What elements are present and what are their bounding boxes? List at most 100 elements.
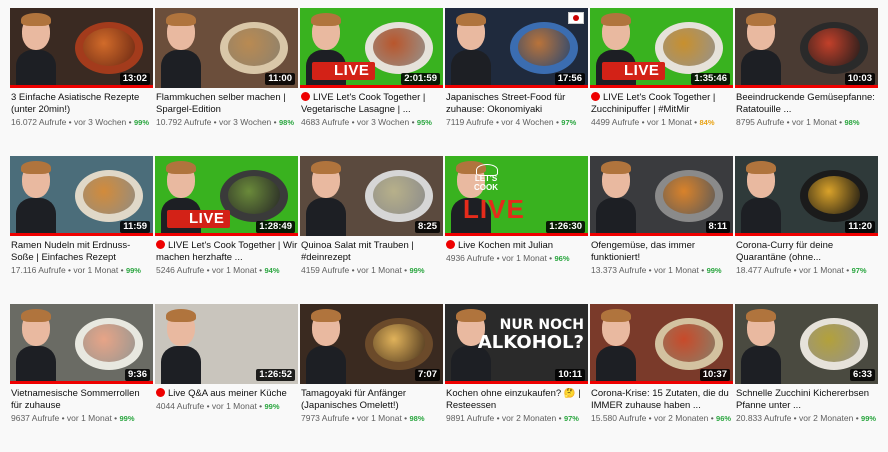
video-title[interactable]: Ramen Nudeln mit Erdnuss-Soße | Einfache… — [11, 240, 153, 264]
video-thumbnail[interactable]: 6:33 — [735, 304, 878, 384]
like-ratio: 97% — [851, 266, 867, 275]
video-duration: 1:26:52 — [256, 369, 295, 381]
lets-cook-text: LET'S COOK — [474, 174, 498, 192]
video-meta: Flammkuchen selber machen | Spargel-Edit… — [155, 88, 298, 129]
view-count: 8795 Aufrufe — [736, 117, 785, 127]
video-duration: 1:35:46 — [691, 73, 730, 85]
video-title[interactable]: Vietnamesische Sommerrollen für zuhause — [11, 388, 153, 412]
video-card[interactable]: 9:36 Vietnamesische Sommerrollen für zuha… — [10, 304, 153, 452]
like-ratio: 94% — [264, 266, 280, 275]
video-meta: LIVE Let's Cook Together | Wir machen he… — [155, 236, 298, 277]
video-title[interactable]: Quinoa Salat mit Trauben | #deinrezept — [301, 240, 443, 264]
video-title[interactable]: LIVE Let's Cook Together | Zucchinipuffe… — [591, 92, 733, 116]
video-card[interactable]: LIVE 2:01:59 LIVE Let's Cook Together | Ve… — [300, 8, 443, 156]
video-title[interactable]: Japanisches Street-Food für zuhause: Oko… — [446, 92, 588, 116]
video-title-text: Corona-Krise: 15 Zutaten, die du IMMER z… — [591, 388, 729, 411]
video-card[interactable]: NUR NOCH ALKOHOL? 10:11 Kochen ohne einzuka… — [445, 304, 588, 452]
like-ratio: 95% — [416, 118, 432, 127]
video-thumbnail[interactable]: LIVE 1:35:46 — [590, 8, 733, 88]
video-title[interactable]: Tamagoyaki für Anfänger (Japanisches Ome… — [301, 388, 443, 412]
video-card[interactable]: 6:33 Schnelle Zucchini Kichererbsen Pfann… — [735, 304, 878, 452]
separator-dot: • — [646, 413, 654, 423]
video-stats: 10.792 Aufrufe • vor 3 Wochen • 98% — [156, 116, 298, 129]
video-card[interactable]: 1:26:52 Live Q&A aus meiner Küche 4044 Auf… — [155, 304, 298, 452]
video-title[interactable]: Corona-Krise: 15 Zutaten, die du IMMER z… — [591, 388, 733, 412]
live-thumbnail-badge: LIVE — [167, 210, 231, 228]
video-title[interactable]: Schnelle Zucchini Kichererbsen Pfanne un… — [736, 388, 878, 412]
video-thumbnail[interactable]: NUR NOCH ALKOHOL? 10:11 — [445, 304, 588, 384]
video-card[interactable]: 7:07 Tamagoyaki für Anfänger (Japanisches… — [300, 304, 443, 452]
presenter-image — [16, 13, 56, 88]
video-thumbnail[interactable]: 8:25 — [300, 156, 443, 236]
food-image — [83, 324, 135, 362]
watch-progress-bar — [300, 85, 443, 88]
video-title[interactable]: Kochen ohne einzukaufen? 🤔 | Resteessen — [446, 388, 588, 412]
separator-dot: • — [691, 117, 700, 127]
like-ratio: 98% — [844, 118, 860, 127]
video-card[interactable]: 8:25 Quinoa Salat mit Trauben | #deinreze… — [300, 156, 443, 304]
video-thumbnail[interactable]: 11:00 — [155, 8, 298, 88]
presenter-image — [161, 309, 201, 384]
separator-dot: • — [204, 401, 212, 411]
video-thumbnail[interactable]: 10:03 — [735, 8, 878, 88]
view-count: 4936 Aufrufe — [446, 253, 495, 263]
video-thumbnail[interactable]: LIVE 2:01:59 — [300, 8, 443, 88]
video-thumbnail[interactable]: 8:11 — [590, 156, 733, 236]
video-card[interactable]: 10:03 Beeindruckende Gemüsepfanne: Ratato… — [735, 8, 878, 156]
like-ratio: 97% — [563, 414, 579, 423]
video-title[interactable]: Corona-Curry für deine Quarantäne (ohne.… — [736, 240, 878, 264]
video-thumbnail[interactable]: 11:20 — [735, 156, 878, 236]
video-card[interactable]: 11:00 Flammkuchen selber machen | Spargel… — [155, 8, 298, 156]
video-title[interactable]: Live Kochen mit Julian — [446, 240, 588, 252]
video-duration: 1:26:30 — [546, 221, 585, 233]
video-thumbnail[interactable]: 10:37 — [590, 304, 733, 384]
video-title[interactable]: Ofengemüse, das immer funktioniert! — [591, 240, 733, 264]
view-count: 18.477 Aufrufe — [736, 265, 792, 275]
view-count: 15.580 Aufrufe — [591, 413, 647, 423]
video-title-text: Ramen Nudeln mit Erdnuss-Soße | Einfache… — [11, 240, 131, 263]
video-card[interactable]: LIVE 1:35:46 LIVE Let's Cook Together | Zu… — [590, 8, 733, 156]
video-title[interactable]: Live Q&A aus meiner Küche — [156, 388, 298, 400]
video-thumbnail[interactable]: 11:59 — [10, 156, 153, 236]
presenter-image — [741, 13, 781, 88]
food-image — [808, 28, 860, 66]
thumbnail-headline-line: NUR NOCH — [499, 317, 584, 333]
video-thumbnail[interactable]: 13:02 — [10, 8, 153, 88]
video-card[interactable]: 11:59 Ramen Nudeln mit Erdnuss-Soße | Ein… — [10, 156, 153, 304]
upload-age: vor 4 Wochen — [501, 117, 554, 127]
video-title[interactable]: Flammkuchen selber machen | Spargel-Edit… — [156, 92, 298, 116]
video-title[interactable]: Beeindruckende Gemüsepfanne: Ratatouille… — [736, 92, 878, 116]
video-card[interactable]: 13:02 3 Einfache Asiatische Rezepte (unte… — [10, 8, 153, 156]
food-image — [518, 28, 570, 66]
watch-progress-bar — [445, 233, 588, 236]
video-title[interactable]: LIVE Let's Cook Together | Vegetarische … — [301, 92, 443, 116]
video-duration: 11:00 — [265, 73, 295, 85]
video-stats: 4159 Aufrufe • vor 1 Monat • 99% — [301, 264, 443, 277]
video-card[interactable]: LIVE 1:28:49 LIVE Let's Cook Together | Wi… — [155, 156, 298, 304]
video-thumbnail[interactable]: 9:36 — [10, 304, 153, 384]
video-thumbnail[interactable]: 17:56 — [445, 8, 588, 88]
video-card[interactable]: 8:11 Ofengemüse, das immer funktioniert! 1… — [590, 156, 733, 304]
like-ratio: 96% — [554, 254, 570, 263]
video-title[interactable]: LIVE Let's Cook Together | Wir machen he… — [156, 240, 298, 264]
watch-progress-bar — [10, 233, 153, 236]
video-title-text: Live Q&A aus meiner Küche — [168, 388, 287, 399]
upload-age: vor 3 Wochen — [219, 117, 272, 127]
watch-progress-bar — [735, 233, 878, 236]
separator-dot: • — [66, 117, 74, 127]
separator-dot: • — [349, 265, 357, 275]
video-stats: 4044 Aufrufe • vor 1 Monat • 99% — [156, 400, 298, 413]
video-stats: 5246 Aufrufe • vor 1 Monat • 94% — [156, 264, 298, 277]
video-card[interactable]: 11:20 Corona-Curry für deine Quarantäne (… — [735, 156, 878, 304]
video-thumbnail[interactable]: 7:07 — [300, 304, 443, 384]
video-thumbnail[interactable]: LIVE 1:28:49 — [155, 156, 298, 236]
like-ratio: 99% — [125, 266, 141, 275]
video-thumbnail[interactable]: LET'S COOK LIVE 1:26:30 — [445, 156, 588, 236]
separator-dot: • — [349, 117, 357, 127]
video-thumbnail[interactable]: 1:26:52 — [155, 304, 298, 384]
video-card[interactable]: LET'S COOK LIVE 1:26:30 Live Kochen mit Jul… — [445, 156, 588, 304]
video-card[interactable]: 10:37 Corona-Krise: 15 Zutaten, die du IM… — [590, 304, 733, 452]
live-thumbnail-badge: LIVE — [602, 62, 666, 80]
video-card[interactable]: 17:56 Japanisches Street-Food für zuhause… — [445, 8, 588, 156]
video-title[interactable]: 3 Einfache Asiatische Rezepte (unter 20m… — [11, 92, 153, 116]
